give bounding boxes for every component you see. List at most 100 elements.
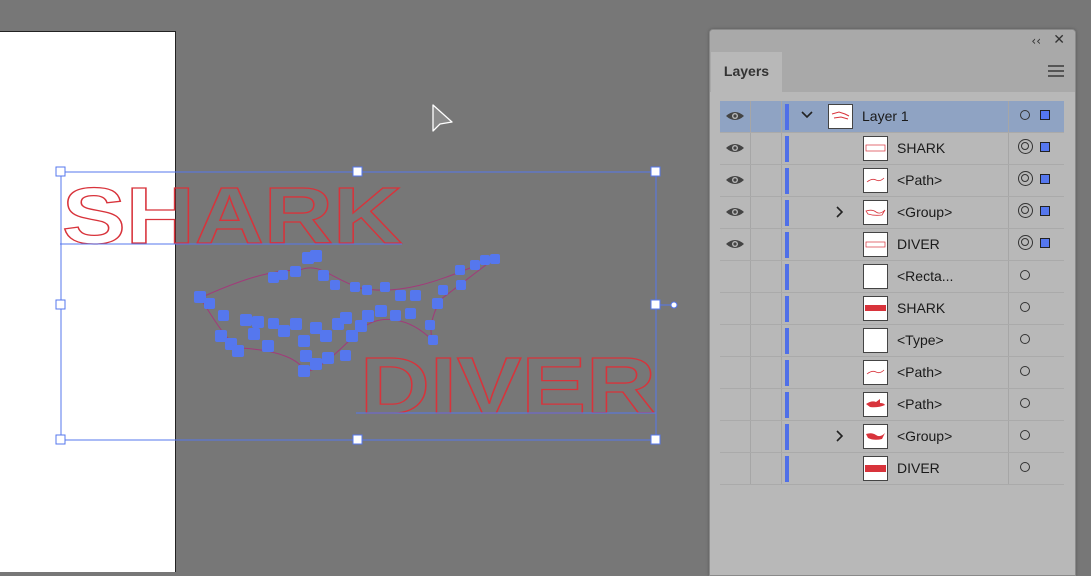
- sublayer-row[interactable]: <Path>: [720, 357, 1064, 389]
- visibility-toggle[interactable]: [720, 421, 751, 452]
- hamburger-menu-icon[interactable]: [1048, 65, 1064, 80]
- artwork-shark-text[interactable]: SHARK: [61, 170, 403, 260]
- column-divider: [1008, 261, 1009, 292]
- visibility-toggle[interactable]: [720, 261, 751, 292]
- layer-name[interactable]: <Type>: [897, 332, 944, 348]
- lock-toggle[interactable]: [751, 165, 782, 196]
- layer-name[interactable]: <Group>: [897, 204, 952, 220]
- target-circle-icon[interactable]: [1018, 171, 1033, 186]
- layer-color-bar: [785, 200, 789, 226]
- chevron-right-icon[interactable]: [834, 429, 846, 447]
- lock-toggle[interactable]: [751, 325, 782, 356]
- layer-name[interactable]: <Recta...: [897, 268, 953, 284]
- target-circle-icon[interactable]: [1020, 366, 1030, 376]
- panel-title-bar[interactable]: ‹‹ ✕: [710, 30, 1075, 52]
- target-circle-icon[interactable]: [1020, 462, 1030, 472]
- layer-thumbnail: [863, 136, 888, 161]
- layer-color-bar: [785, 360, 789, 386]
- chevron-right-icon[interactable]: [834, 205, 846, 223]
- canvas-artwork[interactable]: SHARK DIVER: [0, 0, 700, 562]
- selection-indicator[interactable]: [1040, 110, 1050, 120]
- layer-name[interactable]: Layer 1: [862, 108, 909, 124]
- target-circle-icon[interactable]: [1020, 334, 1030, 344]
- layer-name[interactable]: <Path>: [897, 172, 942, 188]
- lock-toggle[interactable]: [751, 293, 782, 324]
- eye-icon: [726, 240, 744, 248]
- column-divider: [1008, 133, 1009, 164]
- lock-toggle[interactable]: [751, 261, 782, 292]
- visibility-toggle[interactable]: [720, 453, 751, 484]
- visibility-toggle[interactable]: [720, 101, 751, 132]
- artwork-diver-text[interactable]: DIVER: [359, 340, 656, 430]
- target-circle-icon[interactable]: [1020, 430, 1030, 440]
- layer-name[interactable]: <Group>: [897, 428, 952, 444]
- collapse-panel-button[interactable]: ‹‹: [1031, 34, 1041, 48]
- selection-indicator[interactable]: [1040, 142, 1050, 152]
- visibility-toggle[interactable]: [720, 197, 751, 228]
- layers-panel: ‹‹ ✕ Layers Layer 1 SHARK <Path> <Group> DIV…: [709, 29, 1076, 576]
- layer-thumbnail: [863, 456, 888, 481]
- selection-indicator[interactable]: [1040, 174, 1050, 184]
- layer-name[interactable]: <Path>: [897, 364, 942, 380]
- lock-toggle[interactable]: [751, 421, 782, 452]
- close-panel-button[interactable]: ✕: [1053, 33, 1065, 47]
- column-divider: [1008, 325, 1009, 356]
- selection-indicator[interactable]: [1040, 206, 1050, 216]
- sublayer-row[interactable]: <Group>: [720, 197, 1064, 229]
- visibility-toggle[interactable]: [720, 229, 751, 260]
- layer-thumbnail: [863, 328, 888, 353]
- target-circle-icon[interactable]: [1018, 203, 1033, 218]
- target-circle-icon[interactable]: [1020, 398, 1030, 408]
- lock-toggle[interactable]: [751, 133, 782, 164]
- chevron-down-icon[interactable]: [800, 108, 814, 126]
- layer-color-bar: [785, 456, 789, 482]
- sublayer-row[interactable]: DIVER: [720, 453, 1064, 485]
- selection-indicator[interactable]: [1040, 238, 1050, 248]
- layer-name[interactable]: <Path>: [897, 396, 942, 412]
- sublayer-row[interactable]: DIVER: [720, 229, 1064, 261]
- visibility-toggle[interactable]: [720, 357, 751, 388]
- layer-color-bar: [785, 424, 789, 450]
- visibility-toggle[interactable]: [720, 133, 751, 164]
- sublayer-row[interactable]: SHARK: [720, 293, 1064, 325]
- visibility-toggle[interactable]: [720, 389, 751, 420]
- sublayer-row[interactable]: <Path>: [720, 165, 1064, 197]
- target-circle-icon[interactable]: [1018, 235, 1033, 250]
- target-circle-icon[interactable]: [1018, 139, 1033, 154]
- lock-toggle[interactable]: [751, 357, 782, 388]
- target-circle-icon[interactable]: [1020, 270, 1030, 280]
- lock-toggle[interactable]: [751, 389, 782, 420]
- layer-thumbnail: [828, 104, 853, 129]
- layer-color-bar: [785, 136, 789, 162]
- column-divider: [1008, 293, 1009, 324]
- sublayer-row[interactable]: <Recta...: [720, 261, 1064, 293]
- visibility-toggle[interactable]: [720, 325, 751, 356]
- tab-layers[interactable]: Layers: [711, 52, 782, 92]
- lock-toggle[interactable]: [751, 101, 782, 132]
- sublayer-row[interactable]: <Group>: [720, 421, 1064, 453]
- layer-color-bar: [785, 168, 789, 194]
- column-divider: [1008, 101, 1009, 132]
- rotate-handle[interactable]: [670, 301, 678, 309]
- target-circle-icon[interactable]: [1020, 302, 1030, 312]
- target-circle-icon[interactable]: [1020, 110, 1030, 120]
- lock-toggle[interactable]: [751, 197, 782, 228]
- visibility-toggle[interactable]: [720, 293, 751, 324]
- sublayer-row[interactable]: SHARK: [720, 133, 1064, 165]
- layers-list: Layer 1 SHARK <Path> <Group> DIVER <Recta... S…: [720, 101, 1064, 485]
- layer-thumbnail: [863, 200, 888, 225]
- column-divider: [1008, 165, 1009, 196]
- layer-name[interactable]: DIVER: [897, 460, 940, 476]
- layer-name[interactable]: SHARK: [897, 140, 945, 156]
- lock-toggle[interactable]: [751, 229, 782, 260]
- sublayer-row[interactable]: <Type>: [720, 325, 1064, 357]
- layer-color-bar: [785, 104, 789, 130]
- lock-toggle[interactable]: [751, 453, 782, 484]
- layer-name[interactable]: SHARK: [897, 300, 945, 316]
- sublayer-row[interactable]: <Path>: [720, 389, 1064, 421]
- layer-color-bar: [785, 232, 789, 258]
- layer-row[interactable]: Layer 1: [720, 101, 1064, 133]
- visibility-toggle[interactable]: [720, 165, 751, 196]
- layer-thumbnail: [863, 168, 888, 193]
- layer-name[interactable]: DIVER: [897, 236, 940, 252]
